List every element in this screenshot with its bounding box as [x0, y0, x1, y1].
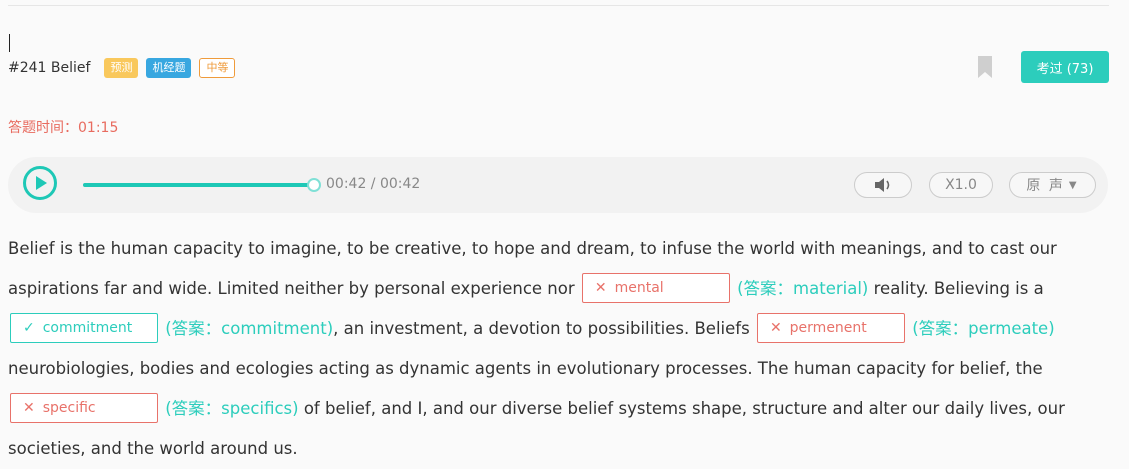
voice-select[interactable]: 原 声 ▼: [1009, 172, 1096, 198]
volume-button[interactable]: [854, 172, 912, 198]
time-readout: 00:42 / 00:42: [326, 176, 421, 192]
correct-answer-1: (答案：material): [737, 279, 869, 298]
correct-answer-2: (答案：commitment): [165, 319, 334, 338]
question-header: #241 Belief 预测 机经题 中等: [8, 57, 243, 79]
tag-predict: 预测: [104, 58, 139, 78]
bookmark-icon[interactable]: [977, 55, 993, 79]
wrong-icon: ✕: [23, 399, 35, 416]
tag-difficulty: 中等: [199, 58, 236, 78]
audio-player: 00:42 / 00:42 X1.0 原 声 ▼: [8, 157, 1108, 213]
check-icon: ✓: [23, 319, 35, 336]
passage-segment: , an investment, a devotion to possibili…: [333, 319, 750, 338]
correct-answer-3: (答案：permeate): [912, 319, 1055, 338]
progress-handle[interactable]: [307, 178, 321, 192]
blank-input-1[interactable]: ✕ mental: [581, 272, 730, 303]
blank-input-2[interactable]: ✓ commitment: [10, 312, 158, 343]
wrong-icon: ✕: [769, 319, 782, 336]
blank-input-3[interactable]: ✕ permenent: [756, 312, 905, 343]
passage-segment: reality. Believing is a: [873, 279, 1044, 298]
wrong-icon: ✕: [594, 279, 607, 296]
passage-segment: neurobiologies, bodies and ecologies act…: [8, 359, 1043, 378]
voice-select-label: 原 声: [1026, 178, 1065, 194]
exam-count-button[interactable]: 考过 (73): [1021, 51, 1109, 83]
blank-input-4[interactable]: ✕ specific: [10, 392, 158, 423]
progress-track[interactable]: [83, 178, 321, 192]
text-caret: [9, 34, 10, 52]
passage-text: Belief is the human capacity to imagine,…: [8, 229, 1108, 469]
correct-answer-4: (答案：specifics): [165, 399, 299, 418]
play-icon: [36, 176, 47, 190]
top-divider: [8, 5, 1109, 6]
play-button[interactable]: [23, 166, 57, 200]
chevron-down-icon: ▼: [1068, 179, 1079, 191]
progress-fill: [83, 183, 313, 187]
tag-machine-question: 机经题: [146, 58, 192, 78]
speed-button[interactable]: X1.0: [929, 172, 993, 198]
question-title: #241 Belief: [8, 60, 91, 76]
volume-icon: [875, 178, 890, 192]
answer-timer: 答题时间：01:15: [8, 120, 119, 136]
